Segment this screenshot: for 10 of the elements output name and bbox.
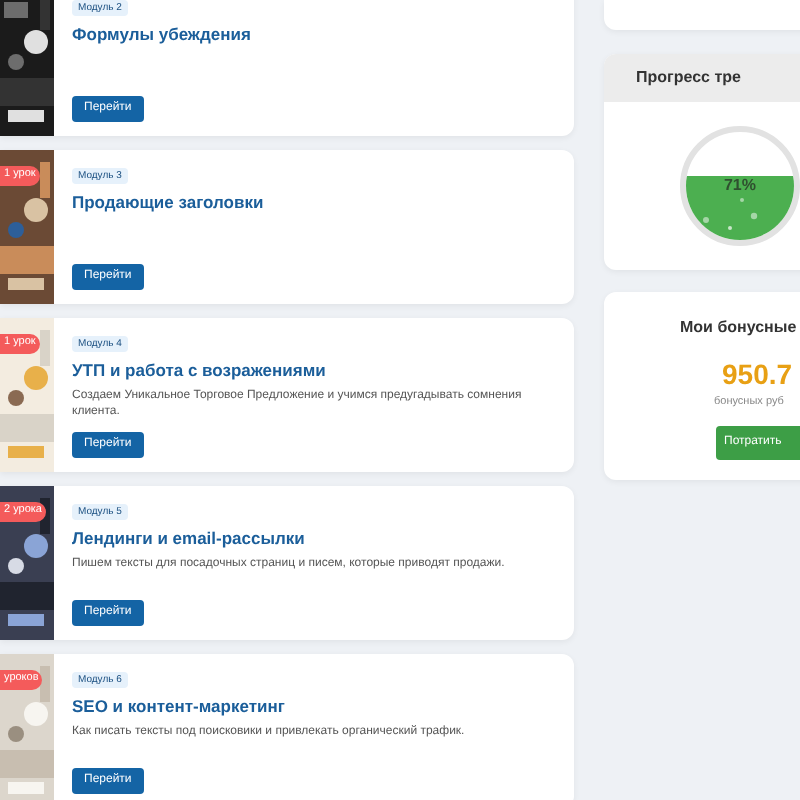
module-title: Лендинги и email-рассылки xyxy=(72,528,305,549)
bonus-title: Мои бонусные xyxy=(678,316,799,340)
module-title: Формулы убеждения xyxy=(72,24,251,45)
module-title: УТП и работа с возражениями xyxy=(72,360,326,381)
module-title: SEO и контент-маркетинг xyxy=(72,696,285,717)
gauge-fill xyxy=(686,175,794,240)
progress-title: Прогресс тре xyxy=(604,54,800,102)
module-title: Продающие заголовки xyxy=(72,192,264,213)
progress-percent: 71% xyxy=(721,174,758,198)
bonus-amount: 950.7 xyxy=(720,356,795,391)
